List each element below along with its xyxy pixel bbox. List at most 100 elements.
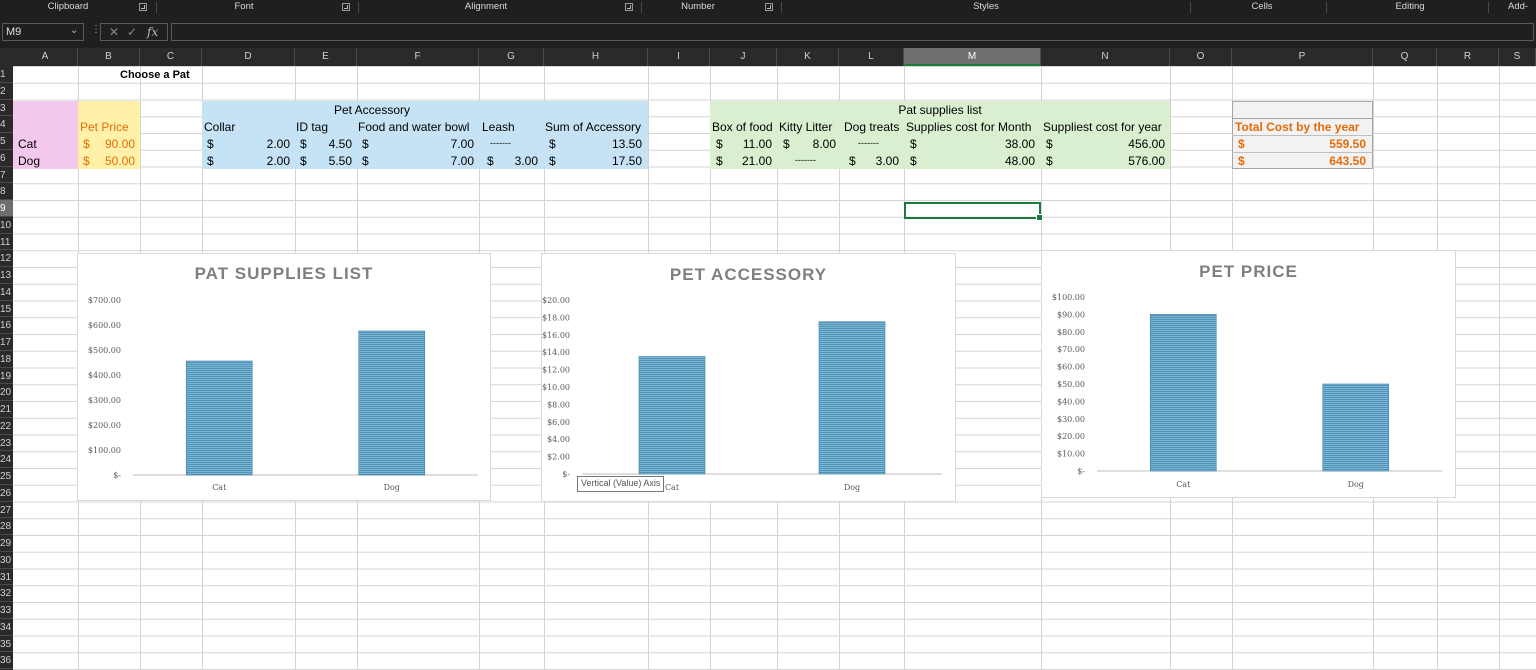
row-header-12[interactable]: 12 bbox=[0, 250, 13, 267]
supplies-dog-treats[interactable]: 3.00 bbox=[860, 153, 899, 169]
column-header-q[interactable]: Q bbox=[1373, 48, 1437, 66]
total-dog[interactable]: 643.50 bbox=[1310, 153, 1366, 169]
row-header-25[interactable]: 25 bbox=[0, 468, 13, 485]
accessory-header-collar[interactable]: Collar bbox=[204, 119, 235, 135]
row-header-5[interactable]: 5 bbox=[0, 133, 13, 150]
total-header[interactable]: Total Cost by the year bbox=[1235, 119, 1359, 135]
row-header-34[interactable]: 34 bbox=[0, 619, 13, 636]
row-header-16[interactable]: 16 bbox=[0, 317, 13, 334]
chevron-down-icon[interactable]: ⌄ bbox=[70, 25, 78, 36]
column-header-d[interactable]: D bbox=[202, 48, 295, 66]
insert-function-icon[interactable]: fx bbox=[147, 24, 158, 40]
column-header-k[interactable]: K bbox=[777, 48, 839, 66]
supplies-group-title[interactable]: Pat supplies list bbox=[710, 102, 1170, 118]
confirm-icon[interactable]: ✓ bbox=[127, 24, 137, 40]
pet-price-dog[interactable]: 50.00 bbox=[90, 153, 135, 169]
row-header-15[interactable]: 15 bbox=[0, 301, 13, 318]
row-header-13[interactable]: 13 bbox=[0, 267, 13, 284]
bar-cat[interactable] bbox=[1149, 314, 1217, 472]
row-header-29[interactable]: 29 bbox=[0, 535, 13, 552]
chart-plot-area[interactable]: $- $100.00 $200.00 $300.00 $400.00 $500.00 $60… bbox=[78, 254, 492, 502]
accessory-dog-sum[interactable]: 17.50 bbox=[598, 153, 642, 169]
supplies-header-month[interactable]: Supplies cost for Month bbox=[906, 119, 1031, 135]
pet-price-header[interactable]: Pet Price bbox=[80, 119, 129, 135]
supplies-cat-treats[interactable]: ------- bbox=[858, 135, 879, 151]
row-header-8[interactable]: 8 bbox=[0, 183, 13, 200]
row-header-30[interactable]: 30 bbox=[0, 552, 13, 569]
accessory-header-bowl[interactable]: Food and water bowl bbox=[358, 119, 469, 135]
accessory-cat-collar[interactable]: 2.00 bbox=[250, 136, 290, 152]
supplies-header-treats[interactable]: Dog treats bbox=[844, 119, 899, 135]
supplies-cat-year[interactable]: 456.00 bbox=[1115, 136, 1165, 152]
bar-dog[interactable] bbox=[1322, 383, 1390, 472]
accessory-header-id-tag[interactable]: ID tag bbox=[296, 119, 328, 135]
row-header-21[interactable]: 21 bbox=[0, 401, 13, 418]
column-header-l[interactable]: L bbox=[839, 48, 904, 66]
row-header-28[interactable]: 28 bbox=[0, 518, 13, 535]
column-header-j[interactable]: J bbox=[710, 48, 777, 66]
total-cat[interactable]: 559.50 bbox=[1310, 136, 1366, 152]
ribbon-group-clipboard[interactable]: Clipboard bbox=[20, 0, 116, 15]
column-header-p[interactable]: P bbox=[1232, 48, 1373, 66]
pet-price-cat[interactable]: 90.00 bbox=[90, 136, 135, 152]
supplies-dog-year[interactable]: 576.00 bbox=[1115, 153, 1165, 169]
row-header-14[interactable]: 14 bbox=[0, 284, 13, 301]
column-header-m[interactable]: M bbox=[904, 48, 1041, 66]
accessory-dog-id-tag[interactable]: 5.50 bbox=[312, 153, 352, 169]
column-header-c[interactable]: C bbox=[140, 48, 202, 66]
row-header-23[interactable]: 23 bbox=[0, 435, 13, 452]
accessory-cat-id-tag[interactable]: 4.50 bbox=[312, 136, 352, 152]
column-header-o[interactable]: O bbox=[1170, 48, 1232, 66]
clipboard-launcher-icon[interactable] bbox=[139, 3, 147, 11]
ribbon-group-cells[interactable]: Cells bbox=[1222, 0, 1302, 15]
row-header-31[interactable]: 31 bbox=[0, 569, 13, 586]
row-header-20[interactable]: 20 bbox=[0, 384, 13, 401]
row-header-6[interactable]: 6 bbox=[0, 150, 13, 167]
column-header-r[interactable]: R bbox=[1437, 48, 1499, 66]
accessory-cat-bowl[interactable]: 7.00 bbox=[430, 136, 474, 152]
cancel-icon[interactable]: ✕ bbox=[109, 24, 119, 40]
column-header-g[interactable]: G bbox=[479, 48, 544, 66]
supplies-header-food[interactable]: Box of food bbox=[712, 119, 773, 135]
row-header-33[interactable]: 33 bbox=[0, 602, 13, 619]
ribbon-group-number[interactable]: Number bbox=[660, 0, 736, 15]
font-launcher-icon[interactable] bbox=[342, 3, 350, 11]
pet-name-dog[interactable]: Dog bbox=[18, 153, 40, 169]
row-header-2[interactable]: 2 bbox=[0, 83, 13, 100]
row-header-7[interactable]: 7 bbox=[0, 167, 13, 184]
row-header-35[interactable]: 35 bbox=[0, 636, 13, 653]
number-launcher-icon[interactable] bbox=[765, 3, 773, 11]
column-header-h[interactable]: H bbox=[544, 48, 648, 66]
row-header-9[interactable]: 9 bbox=[0, 200, 13, 217]
formula-input[interactable] bbox=[171, 23, 1534, 41]
accessory-cat-sum[interactable]: 13.50 bbox=[598, 136, 642, 152]
bar-dog[interactable] bbox=[358, 330, 426, 476]
chart-plot-area[interactable]: $- $10.00 $20.00 $30.00 $40.00 $50.00 $60.00 $7… bbox=[1042, 251, 1457, 499]
active-cell-m9[interactable] bbox=[904, 202, 1043, 221]
row-header-11[interactable]: 11 bbox=[0, 234, 13, 251]
supplies-dog-month[interactable]: 48.00 bbox=[990, 153, 1035, 169]
row-header-10[interactable]: 10 bbox=[0, 217, 13, 234]
row-header-36[interactable]: 36 bbox=[0, 652, 13, 669]
row-header-17[interactable]: 17 bbox=[0, 334, 13, 351]
row-header-18[interactable]: 18 bbox=[0, 351, 13, 368]
supplies-cat-month[interactable]: 38.00 bbox=[990, 136, 1035, 152]
alignment-launcher-icon[interactable] bbox=[625, 3, 633, 11]
column-header-e[interactable]: E bbox=[295, 48, 357, 66]
row-header-3[interactable]: 3 bbox=[0, 100, 13, 117]
row-header-26[interactable]: 26 bbox=[0, 485, 13, 502]
row-header-19[interactable]: 19 bbox=[0, 368, 13, 385]
supplies-dog-litter[interactable]: ------- bbox=[795, 152, 816, 168]
ribbon-group-editing[interactable]: Editing bbox=[1370, 0, 1450, 15]
ribbon-group-styles[interactable]: Styles bbox=[940, 0, 1032, 15]
row-header-32[interactable]: 32 bbox=[0, 585, 13, 602]
row-header-24[interactable]: 24 bbox=[0, 451, 13, 468]
column-header-i[interactable]: I bbox=[648, 48, 710, 66]
bar-cat[interactable] bbox=[638, 356, 706, 475]
ribbon-group-alignment[interactable]: Alignment bbox=[430, 0, 542, 15]
chart-pat-supplies[interactable]: PAT SUPPLIES LIST $- $100.00 $200.00 $300.0… bbox=[77, 253, 491, 501]
chart-plot-area[interactable]: $- $2.00 $4.00 $6.00 $8.00 $10.00 $12.00 $14.00… bbox=[542, 254, 957, 503]
chart-pet-accessory[interactable]: PET ACCESSORY $- $2.00 $4.00 $6.00 $8.00 $10.… bbox=[541, 253, 956, 502]
column-header-f[interactable]: F bbox=[357, 48, 479, 66]
accessory-dog-bowl[interactable]: 7.00 bbox=[430, 153, 474, 169]
